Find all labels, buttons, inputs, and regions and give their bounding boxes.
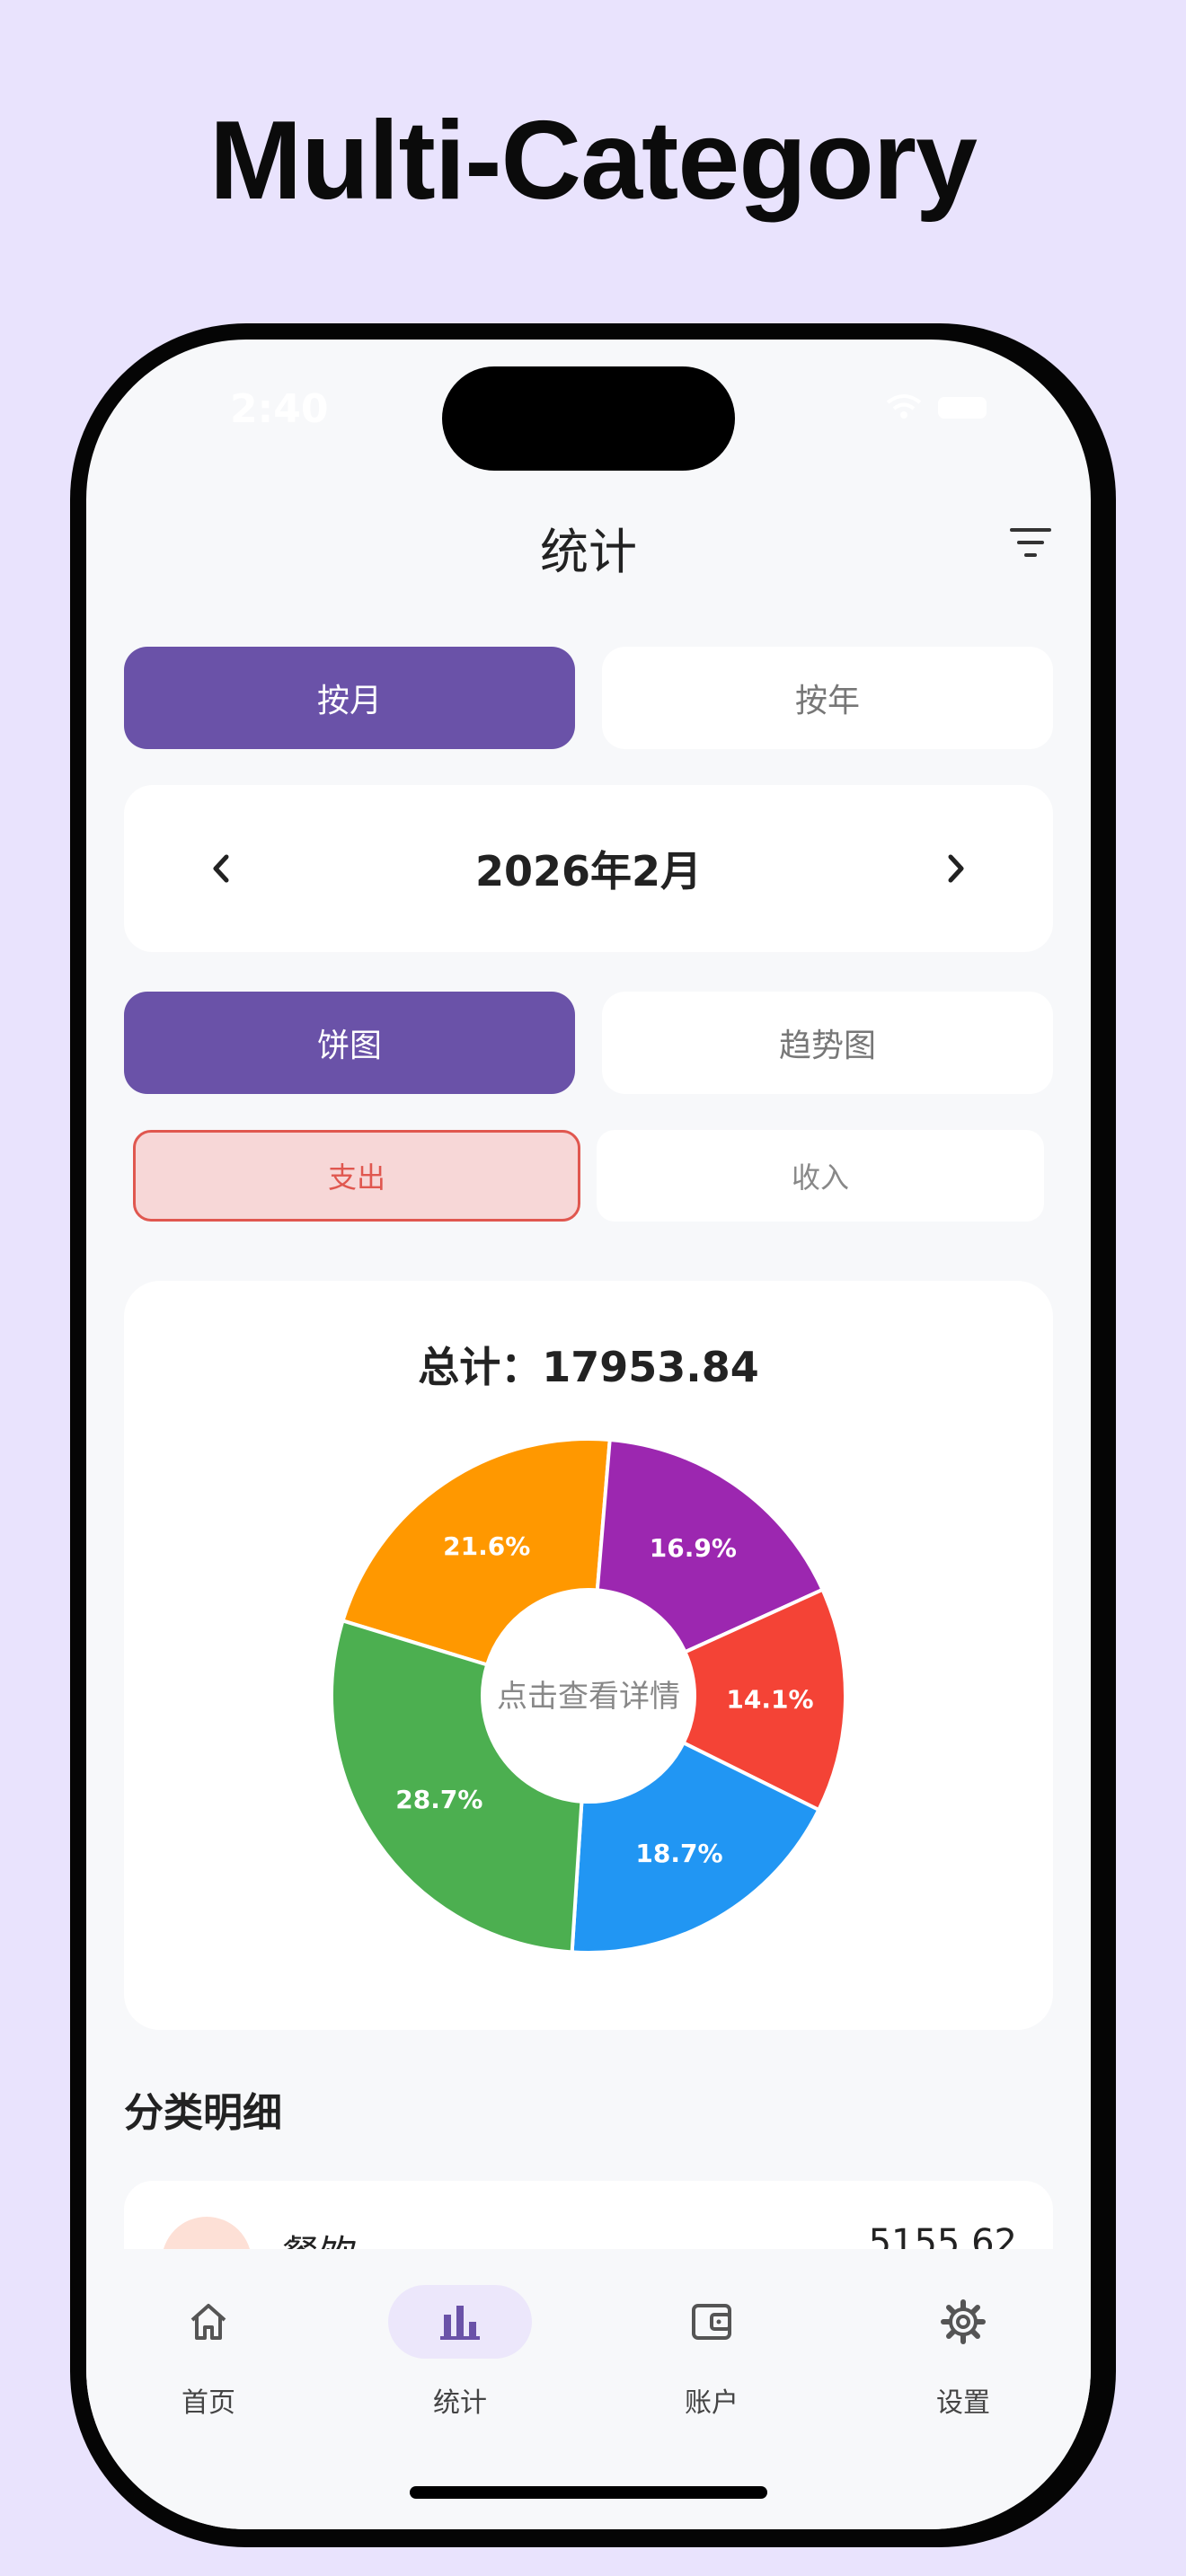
tab-label: 首页: [181, 2387, 235, 2419]
tab-stats[interactable]: 统计: [370, 2285, 550, 2429]
wallet-icon: [692, 2304, 731, 2340]
center-hint[interactable]: 点击查看详情: [497, 1679, 680, 1715]
pie-slice-label: 16.9%: [650, 1533, 737, 1563]
tab-label: 统计: [433, 2387, 487, 2419]
filter-icon[interactable]: [1008, 525, 1053, 560]
status-time: 2:40: [230, 386, 329, 432]
section-title: 分类明细: [124, 2090, 282, 2136]
tab-icon-wrap: [137, 2285, 280, 2359]
income-button[interactable]: 收入: [597, 1130, 1044, 1222]
dynamic-island: [442, 366, 735, 471]
tab-account[interactable]: 账户: [622, 2285, 801, 2429]
chevron-left-icon[interactable]: [198, 844, 246, 893]
tab-home[interactable]: 首页: [119, 2285, 298, 2429]
date-label: 2026年2月: [474, 847, 703, 895]
page-title: 统计: [540, 524, 637, 580]
chevron-right-icon[interactable]: [931, 844, 979, 893]
pie-slice-label: 14.1%: [726, 1684, 813, 1714]
pie-slice-label: 18.7%: [635, 1839, 722, 1868]
chart-trend-button[interactable]: 趋势图: [602, 992, 1053, 1094]
expense-button[interactable]: 支出: [133, 1130, 580, 1222]
home-icon: [190, 2304, 226, 2340]
headline: Multi-Category: [209, 99, 978, 223]
app-screen: 2:40 统计 按月 按年 2026年2月 饼图 趋势图 支出 收入 总计：17…: [86, 340, 1091, 2529]
tab-icon-wrap: [891, 2285, 1035, 2359]
pie-chart[interactable]: 21.6% 16.9% 14.1% 18.7% 28.7% 点击查看详情: [124, 1281, 1053, 2030]
pie-slice-label: 21.6%: [443, 1531, 530, 1561]
tab-icon-wrap: [640, 2285, 783, 2359]
status-icons: [886, 394, 987, 419]
date-selector: 2026年2月: [124, 785, 1053, 952]
chart-card: 总计：17953.84 21.6% 16.9% 14.1% 18.7% 28.7% 点击查…: [124, 1281, 1053, 2030]
home-indicator: [410, 2486, 767, 2499]
tab-label: 设置: [936, 2387, 990, 2419]
gear-icon: [941, 2299, 986, 2344]
tab-icon-wrap: [388, 2285, 532, 2359]
tab-label: 账户: [685, 2387, 739, 2419]
bar-chart-icon: [440, 2306, 480, 2340]
chart-pie-button[interactable]: 饼图: [124, 992, 575, 1094]
period-month-button[interactable]: 按月: [124, 647, 575, 749]
period-year-button[interactable]: 按年: [602, 647, 1053, 749]
pie-slice-label: 28.7%: [395, 1785, 482, 1814]
tab-settings[interactable]: 设置: [873, 2285, 1053, 2429]
